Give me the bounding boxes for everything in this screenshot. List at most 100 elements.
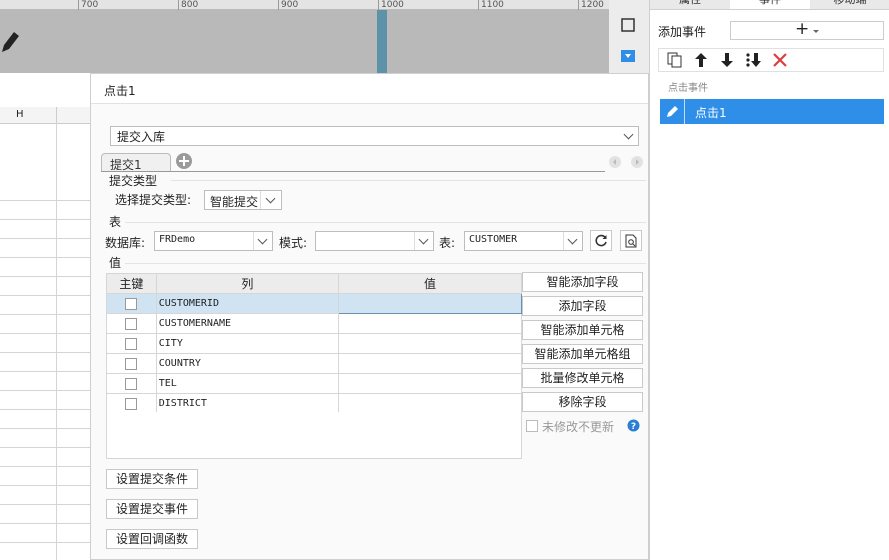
delete-icon[interactable] [772, 52, 788, 68]
column-header-row: H [0, 107, 90, 124]
tab-mobile[interactable]: 移动端 [810, 0, 889, 9]
table-row[interactable]: CUSTOMERNAME [106, 313, 522, 334]
table-row[interactable]: COUNTRY [106, 353, 522, 374]
mode-select[interactable] [315, 231, 434, 251]
column-name-cell[interactable]: COUNTRY [155, 353, 340, 374]
event-toolbar [658, 48, 884, 72]
primary-key-checkbox[interactable] [125, 357, 138, 370]
table-value: CUSTOMER [469, 234, 518, 245]
selection-highlight [377, 10, 387, 73]
column-header-h: H [16, 109, 24, 120]
add-event-label: 添加事件 [658, 25, 707, 39]
ruler-tick: 1000 [381, 0, 404, 10]
table-row[interactable]: CUSTOMERID [106, 293, 522, 314]
column-header-primary-key[interactable]: 主键 [106, 273, 157, 294]
move-bottom-icon[interactable] [745, 52, 763, 68]
plus-icon: + [795, 19, 810, 39]
column-header-column[interactable]: 列 [155, 273, 340, 294]
column-name-cell[interactable]: CUSTOMERNAME [155, 313, 340, 334]
tab-submit-1[interactable]: 提交1 [101, 153, 171, 172]
pencil-icon[interactable] [0, 28, 20, 54]
ruler-tick: 800 [181, 0, 199, 10]
table-select[interactable]: CUSTOMER [464, 231, 583, 251]
refresh-icon [595, 234, 607, 247]
action-type-value: 提交入库 [117, 130, 166, 144]
section-submit-type: 提交类型 [109, 174, 158, 188]
table-label: 表: [439, 236, 456, 250]
value-cell[interactable] [338, 333, 522, 354]
event-item-selected[interactable]: 点击1 [660, 99, 884, 124]
smart-add-cell-button[interactable]: 智能添加单元格 [522, 320, 643, 340]
value-cell[interactable] [338, 313, 522, 334]
smart-add-cell-group-button[interactable]: 智能添加单元格组 [522, 344, 643, 364]
event-panel: 属性 事件 移动端 添加事件 + 点击事件 点击1 [649, 0, 889, 560]
column-name-cell[interactable]: TEL [155, 373, 340, 394]
preview-table-button[interactable] [620, 230, 642, 251]
square-icon[interactable] [621, 18, 635, 32]
chevron-down-icon [813, 30, 819, 33]
primary-key-checkbox[interactable] [125, 317, 138, 330]
tab-events[interactable]: 事件 [730, 0, 810, 9]
add-field-button[interactable]: 添加字段 [522, 296, 643, 316]
column-name-cell[interactable]: DISTRICT [155, 393, 340, 414]
database-value: FRDemo [159, 234, 196, 245]
primary-key-checkbox[interactable] [125, 337, 138, 350]
spreadsheet-grid[interactable]: H [0, 73, 90, 560]
tab-properties[interactable]: 属性 [650, 0, 730, 9]
design-canvas[interactable] [0, 10, 609, 73]
primary-key-checkbox[interactable] [125, 397, 138, 410]
submit-type-value: 智能提交 [210, 195, 259, 209]
unchanged-no-update-checkbox[interactable] [526, 420, 538, 432]
dropdown-toggle-icon[interactable] [621, 50, 635, 62]
ruler-tick: 1200 [581, 0, 604, 10]
value-cell[interactable] [338, 353, 522, 374]
set-submit-condition-button[interactable]: 设置提交条件 [106, 469, 198, 489]
primary-key-checkbox[interactable] [125, 297, 138, 310]
table-header-row: 主键 列 值 [106, 273, 522, 294]
dialog-header: 点击1 [91, 74, 648, 104]
edit-pencil-icon [667, 106, 678, 117]
section-table: 表 [109, 215, 122, 229]
database-select[interactable]: FRDemo [154, 231, 273, 251]
event-group-label: 点击事件 [668, 83, 708, 94]
scroll-right-icon[interactable] [630, 155, 644, 169]
batch-modify-cell-button[interactable]: 批量修改单元格 [522, 368, 643, 388]
field-mapping-table: 主键 列 值 CUSTOMERID CUSTOMERNAME CITY COUN… [106, 273, 522, 414]
unchanged-no-update-label: 未修改不更新 [542, 420, 615, 434]
set-callback-function-button[interactable]: 设置回调函数 [106, 529, 198, 549]
event-editor-dialog: 点击1 提交入库 提交1 提交类型 选择提交类型: 智能提交 表 数据库: FR… [90, 73, 649, 560]
horizontal-ruler: 700 800 900 1000 1100 1200 [0, 0, 609, 10]
column-name-cell[interactable]: CITY [155, 333, 340, 354]
move-up-icon[interactable] [694, 52, 708, 68]
scroll-left-icon[interactable] [608, 155, 622, 169]
value-cell[interactable] [338, 373, 522, 394]
value-cell[interactable] [338, 393, 522, 414]
set-submit-event-button[interactable]: 设置提交事件 [106, 499, 198, 519]
remove-field-button[interactable]: 移除字段 [522, 392, 643, 412]
primary-key-checkbox[interactable] [125, 377, 138, 390]
column-name-cell[interactable]: CUSTOMERID [155, 293, 340, 314]
dialog-title: 点击1 [104, 84, 136, 98]
copy-icon[interactable] [667, 52, 683, 68]
smart-add-field-button[interactable]: 智能添加字段 [522, 272, 643, 292]
move-down-icon[interactable] [720, 52, 734, 68]
svg-text:?: ? [631, 422, 636, 432]
refresh-button[interactable] [590, 230, 612, 251]
event-item-label: 点击1 [695, 106, 727, 120]
add-event-dropdown[interactable]: + [730, 19, 884, 40]
add-tab-icon[interactable] [175, 152, 193, 170]
table-row[interactable]: DISTRICT [106, 393, 522, 414]
action-type-select[interactable]: 提交入库 [110, 126, 639, 146]
value-cell[interactable] [338, 293, 522, 314]
table-empty-area[interactable] [106, 412, 522, 459]
submit-type-select[interactable]: 智能提交 [204, 190, 282, 210]
database-label: 数据库: [105, 236, 146, 250]
ruler-tick: 1100 [481, 0, 504, 10]
search-document-icon [625, 234, 637, 248]
table-row[interactable]: CITY [106, 333, 522, 354]
column-header-value[interactable]: 值 [338, 273, 522, 294]
ruler-tick: 900 [281, 0, 299, 10]
table-row[interactable]: TEL [106, 373, 522, 394]
help-icon[interactable]: ? [627, 419, 640, 432]
submit-type-label: 选择提交类型: [115, 193, 192, 207]
